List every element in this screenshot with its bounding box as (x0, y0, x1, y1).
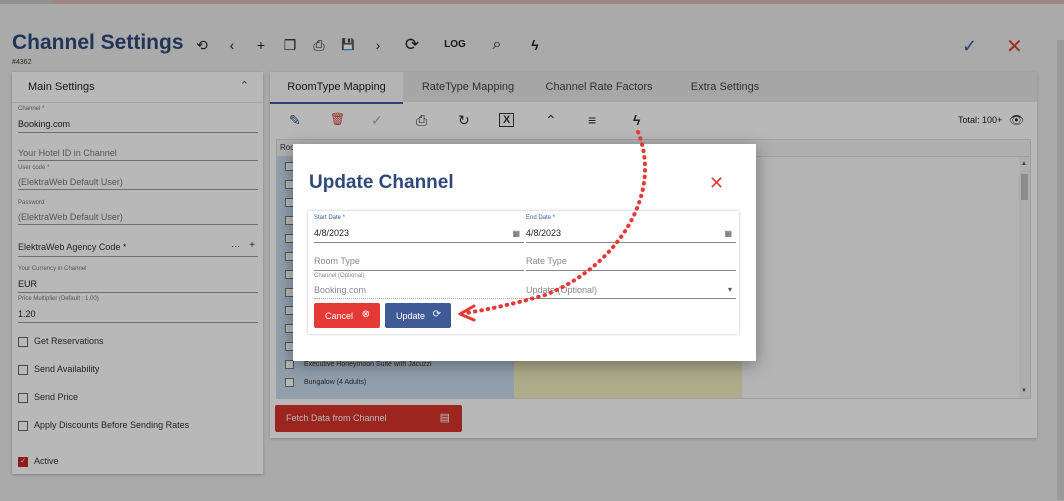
end-date-value: 4/8/2023 (526, 228, 562, 238)
room-type-field[interactable]: Room Type (314, 249, 524, 271)
calendar-icon[interactable]: ▦ (724, 229, 732, 238)
cancel-button[interactable]: Cancel ⊗ (314, 303, 380, 328)
calendar-icon[interactable]: ▦ (512, 229, 520, 238)
end-date-field[interactable]: End Date * 4/8/2023 ▦ (526, 215, 736, 243)
update-refresh-icon: ⟳ (432, 309, 441, 320)
update-button[interactable]: Update ⟳ (385, 303, 451, 328)
start-date-value: 4/8/2023 (314, 228, 350, 238)
dialog-close-icon[interactable]: ✕ (709, 173, 724, 194)
update-optional-placeholder: Update (Optional) (526, 285, 598, 295)
update-form: Start Date * 4/8/2023 ▦ End Date * 4/8/2… (308, 211, 739, 334)
end-date-label: End Date * (526, 215, 556, 221)
update-channel-dialog: Update Channel ✕ Start Date * 4/8/2023 ▦… (293, 144, 756, 361)
rate-type-field[interactable]: Rate Type (526, 249, 736, 271)
cancel-circle-icon: ⊗ (361, 309, 370, 320)
dialog-title: Update Channel (309, 172, 454, 193)
update-label: Update (396, 311, 426, 321)
channel-optional-value: Booking.com (314, 285, 367, 295)
channel-optional-field: Channel (Optional) Booking.com (314, 273, 524, 299)
channel-optional-label: Channel (Optional) (314, 273, 365, 279)
right-edge-strip (1057, 40, 1064, 500)
rate-type-placeholder: Rate Type (526, 256, 567, 266)
room-type-placeholder: Room Type (314, 256, 360, 266)
cancel-label: Cancel (325, 311, 354, 321)
start-date-field[interactable]: Start Date * 4/8/2023 ▦ (314, 215, 524, 243)
start-date-label: Start Date * (314, 215, 346, 221)
update-optional-select[interactable]: Update (Optional) ▾ (526, 273, 736, 299)
chevron-down-icon[interactable]: ▾ (728, 285, 732, 294)
